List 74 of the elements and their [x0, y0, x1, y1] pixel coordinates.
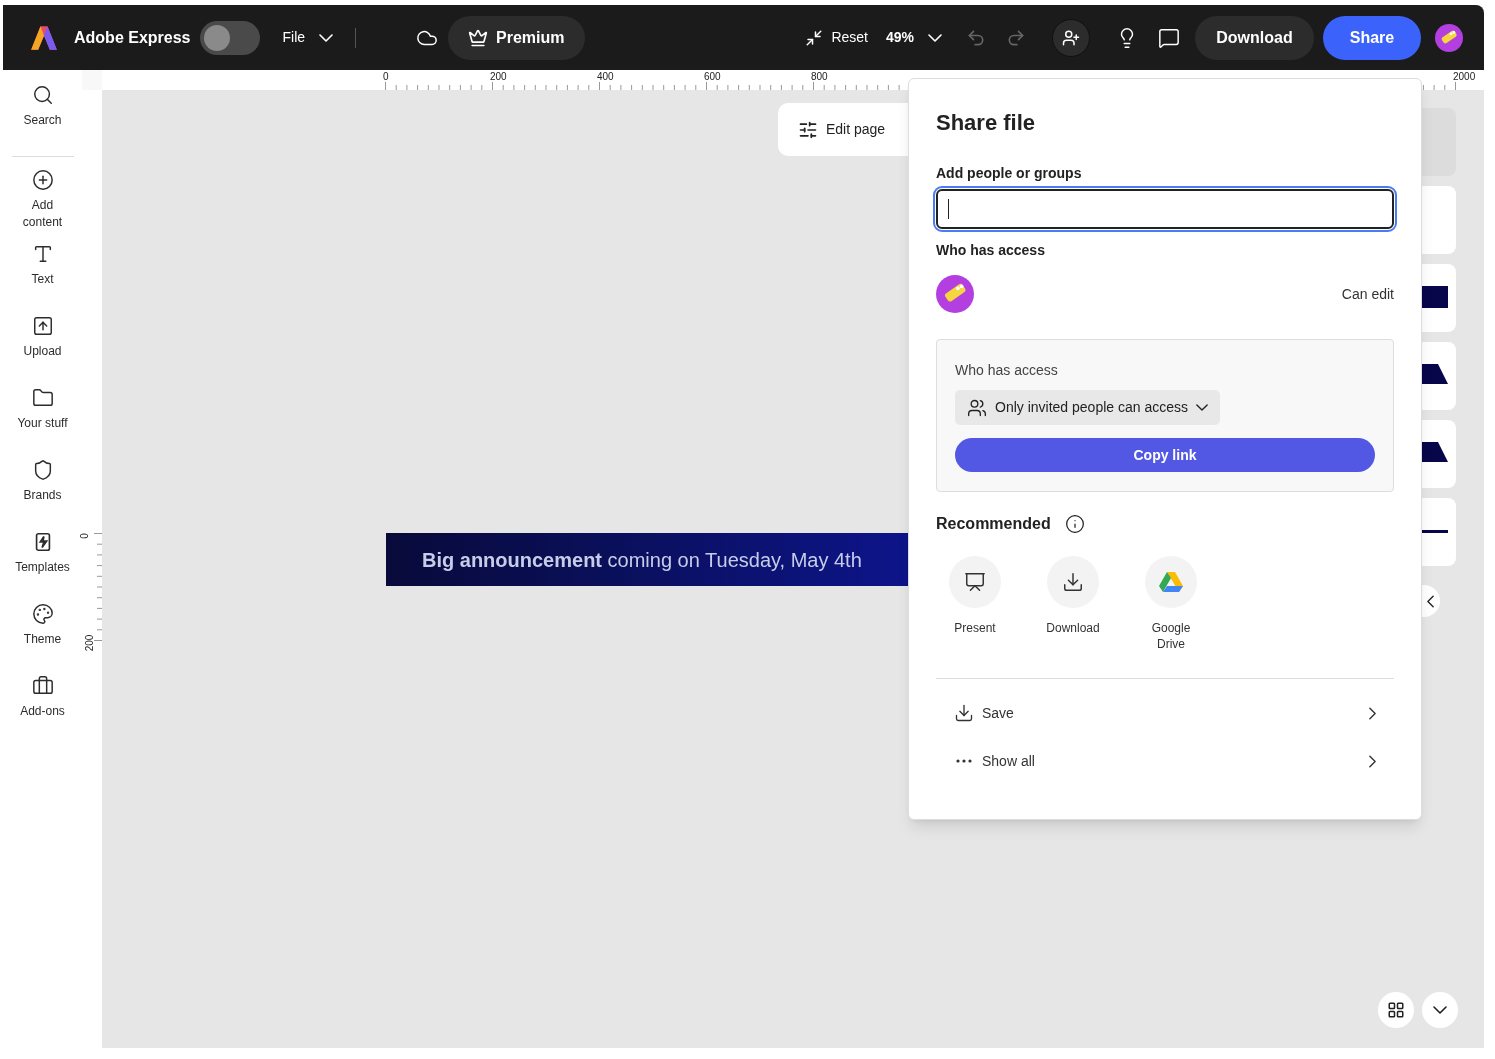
premium-button[interactable]: Premium — [448, 15, 585, 60]
expand-button[interactable] — [1422, 992, 1458, 1028]
chevron-down-icon — [928, 33, 942, 42]
ruler-label: 2000 — [1453, 71, 1476, 83]
shrink-icon — [805, 28, 824, 47]
avatar[interactable] — [1435, 23, 1463, 52]
sidebar-item[interactable]: Add content — [7, 169, 78, 231]
sidebar-item[interactable]: Add-ons — [7, 675, 78, 735]
undo-icon[interactable] — [966, 27, 986, 48]
section-heading: Who has access — [936, 241, 1046, 260]
field-label: Add people or groups — [936, 164, 1083, 183]
download-button[interactable]: Download — [1195, 15, 1314, 60]
app-name: Adobe Express — [74, 27, 191, 48]
redo-icon[interactable] — [1006, 27, 1026, 48]
download-icon — [954, 703, 974, 723]
copy-link-button[interactable]: Copy link — [955, 438, 1375, 472]
ruler-label: 400 — [597, 71, 614, 83]
sidebar-item[interactable]: Text — [7, 243, 78, 303]
app-logo — [30, 23, 58, 52]
sidebar-item[interactable]: Theme — [7, 603, 78, 663]
ruler-label: 200 — [84, 634, 97, 652]
file-menu[interactable]: File — [282, 27, 334, 48]
invite-button[interactable] — [1052, 18, 1090, 57]
grid-view-button[interactable] — [1378, 992, 1414, 1028]
share-option[interactable]: Present — [936, 556, 1014, 652]
section-heading: Recommended — [936, 514, 1051, 534]
sidebar-item[interactable]: Upload — [7, 315, 78, 375]
share-action[interactable]: Show all — [936, 745, 1394, 777]
panel-title: Share file — [936, 109, 1037, 137]
toggle-thumb — [204, 24, 231, 51]
banner-text: Big announcement coming on Tuesday, May 4th — [422, 547, 862, 573]
info-icon[interactable] — [1064, 514, 1085, 534]
share-option[interactable]: Download — [1034, 556, 1112, 652]
access-dropdown[interactable]: Only invited people can access — [955, 390, 1220, 425]
chevron-right-icon — [1369, 754, 1376, 768]
plus-circle-icon — [31, 169, 54, 191]
people-input-field[interactable] — [936, 189, 1394, 229]
folder-icon — [31, 387, 54, 409]
drive-icon — [1159, 571, 1183, 593]
ruler-label: 600 — [704, 71, 721, 83]
download-icon — [1062, 571, 1084, 593]
chevron-down-icon — [1196, 404, 1208, 411]
ruler-label: 0 — [383, 71, 389, 83]
chevron-down-icon — [1433, 1006, 1447, 1014]
palette-icon — [31, 603, 54, 625]
more-icon — [955, 759, 973, 763]
sidebar-item[interactable]: Brands — [7, 459, 78, 519]
briefcase-icon — [31, 675, 54, 697]
presentation-icon — [964, 571, 986, 593]
sliders-icon — [798, 119, 818, 140]
permission-label: Can edit — [1341, 284, 1394, 304]
chevron-left-icon — [1427, 594, 1434, 608]
crown-icon — [468, 27, 489, 48]
sidebar-item[interactable]: Search — [7, 84, 78, 144]
toggle-switch[interactable] — [200, 20, 261, 55]
chevron-down-icon — [319, 33, 334, 42]
ruler-label: 200 — [490, 71, 507, 83]
sidebar-item[interactable]: Your stuff — [7, 387, 78, 447]
share-action[interactable]: Save — [936, 697, 1394, 729]
grid-icon — [1387, 1001, 1405, 1019]
share-button[interactable]: Share — [1323, 15, 1421, 60]
search-icon — [31, 84, 54, 106]
user-plus-icon — [1062, 28, 1080, 47]
zoom-dropdown[interactable]: 49% — [885, 27, 942, 48]
box-label: Who has access — [955, 361, 1059, 380]
upload-icon — [31, 315, 54, 337]
ruler-label: 800 — [811, 71, 828, 83]
chevron-right-icon — [1369, 706, 1376, 720]
sidebar-item[interactable]: Templates — [7, 531, 78, 591]
share-option[interactable]: Google Drive — [1132, 556, 1210, 652]
comment-icon[interactable] — [1158, 26, 1180, 49]
ruler-label: 0 — [78, 533, 91, 539]
people-icon — [967, 397, 987, 418]
reset-button[interactable]: Reset — [805, 27, 868, 48]
